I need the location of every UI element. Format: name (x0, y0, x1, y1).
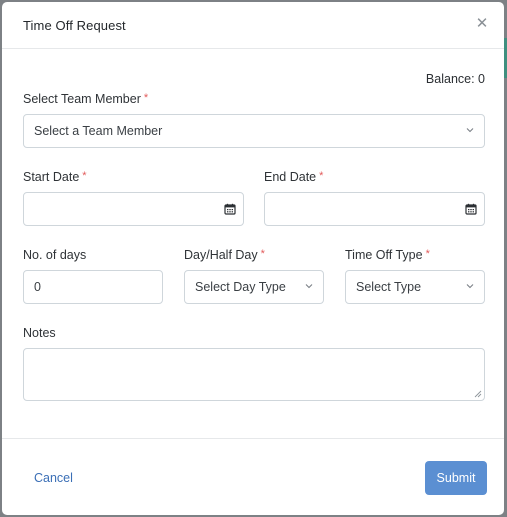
close-icon[interactable]: ✕ (474, 16, 490, 32)
chevron-down-icon (305, 284, 313, 289)
team-member-label-text: Select Team Member (23, 92, 141, 106)
required-mark: * (82, 170, 87, 182)
notes-label: Notes (23, 326, 56, 340)
time-off-type-select[interactable]: Select Type (345, 270, 485, 304)
notes-textarea[interactable] (23, 348, 485, 401)
num-days-input[interactable]: 0 (23, 270, 163, 304)
num-days-value: 0 (34, 280, 41, 294)
end-date-input[interactable] (264, 192, 485, 226)
required-mark: * (425, 248, 430, 260)
num-days-label: No. of days (23, 248, 87, 262)
end-date-label-text: End Date (264, 170, 317, 184)
team-member-select[interactable]: Select a Team Member (23, 114, 485, 148)
calendar-icon[interactable] (224, 203, 236, 215)
balance-text: Balance: 0 (425, 72, 485, 86)
time-off-type-select-value: Select Type (356, 280, 422, 294)
cancel-button[interactable]: Cancel (34, 471, 73, 485)
start-date-label-text: Start Date (23, 170, 80, 184)
modal-header: Time Off Request ✕ (2, 2, 504, 49)
resize-handle-icon[interactable] (474, 390, 482, 398)
time-off-modal: Time Off Request ✕ Balance: 0 Select Tea… (2, 2, 504, 515)
time-off-type-label-text: Time Off Type (345, 248, 423, 262)
modal-footer: Cancel Submit (2, 438, 504, 515)
chevron-down-icon (466, 128, 474, 133)
start-date-input[interactable] (23, 192, 244, 226)
calendar-icon[interactable] (465, 203, 477, 215)
time-off-type-label: Time Off Type * (345, 248, 430, 262)
day-type-select[interactable]: Select Day Type (184, 270, 324, 304)
day-type-select-value: Select Day Type (195, 280, 286, 294)
chevron-down-icon (466, 284, 474, 289)
required-mark: * (143, 92, 149, 104)
submit-button[interactable]: Submit (425, 461, 487, 495)
day-type-label: Day/Half Day * (184, 248, 265, 262)
modal-title: Time Off Request (23, 18, 126, 33)
required-mark: * (260, 248, 265, 260)
day-type-label-text: Day/Half Day (184, 248, 258, 262)
required-mark: * (319, 170, 324, 182)
team-member-label: Select Team Member * (23, 92, 148, 106)
end-date-label: End Date * (264, 170, 323, 184)
start-date-label: Start Date * (23, 170, 87, 184)
team-member-select-value: Select a Team Member (34, 124, 163, 138)
